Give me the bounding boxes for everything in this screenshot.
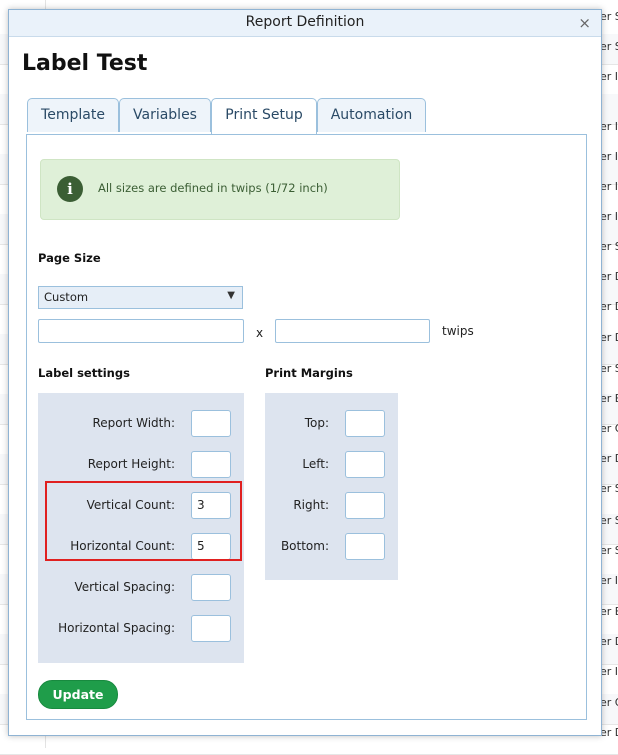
page-width-input[interactable] [38, 319, 244, 343]
count-highlight-box [45, 481, 242, 561]
background-row-text: er In [600, 150, 618, 163]
background-row-text: er D [600, 726, 618, 739]
report-name-heading: Label Test [22, 51, 148, 76]
dialog-title: Report Definition [245, 14, 365, 30]
info-text: All sizes are defined in twips (1/72 inc… [98, 181, 328, 195]
page-size-select-value: Custom [44, 290, 89, 304]
margin-left-input[interactable] [345, 451, 385, 478]
tab-variables[interactable]: Variables [119, 98, 211, 132]
background-row-text: er D [600, 452, 618, 465]
margin-top-input[interactable] [345, 410, 385, 437]
vertical-spacing-label: Vertical Spacing: [74, 580, 175, 594]
background-row-text: er O [600, 696, 618, 709]
tab-automation[interactable]: Automation [317, 98, 426, 132]
margin-top-label: Top: [304, 416, 329, 430]
background-row-text: er In [600, 574, 618, 587]
background-row-text: er S [600, 482, 618, 495]
margin-bottom-input[interactable] [345, 533, 385, 560]
page-height-input[interactable] [275, 319, 430, 343]
horizontal-spacing-label: Horizontal Spacing: [58, 621, 175, 635]
background-row-text: er In [600, 665, 618, 678]
background-row-text: er S [600, 40, 618, 53]
close-icon[interactable]: × [578, 14, 591, 32]
background-row-text: er E [600, 392, 618, 405]
horizontal-spacing-input[interactable] [191, 615, 231, 642]
margin-left-label: Left: [302, 457, 329, 471]
report-height-input[interactable] [191, 451, 231, 478]
report-definition-dialog: Report Definition × Label Test Template … [8, 9, 602, 736]
background-row-text: er E [600, 605, 618, 618]
chevron-down-icon: ▼ [227, 290, 235, 301]
background-row-text: er S [600, 240, 618, 253]
margin-bottom-label: Bottom: [280, 539, 329, 553]
dialog-titlebar[interactable]: Report Definition × [9, 10, 601, 37]
report-height-label: Report Height: [87, 457, 175, 471]
info-icon: i [57, 176, 83, 202]
tab-label: Template [41, 107, 105, 123]
background-row-text: er S [600, 10, 618, 23]
report-width-label: Report Width: [92, 416, 176, 430]
background-row-text: er In [600, 70, 618, 83]
info-alert: i All sizes are defined in twips (1/72 i… [40, 159, 400, 220]
margin-right-input[interactable] [345, 492, 385, 519]
page-size-select[interactable]: Custom ▼ [38, 286, 243, 309]
vertical-spacing-input[interactable] [191, 574, 231, 601]
background-row-text: er D [600, 331, 618, 344]
background-row-text: er In [600, 180, 618, 193]
background-row-text: er In [600, 210, 618, 223]
tab-print-setup[interactable]: Print Setup [211, 98, 317, 135]
background-row-text: er D [600, 270, 618, 283]
page-size-heading: Page Size [38, 251, 101, 265]
background-row-text: er D [600, 635, 618, 648]
tab-label: Variables [133, 107, 197, 123]
background-row-text: er S [600, 544, 618, 557]
background-row-text: er In [600, 120, 618, 133]
background-row-text: er S [600, 514, 618, 527]
unit-label: twips [442, 324, 474, 338]
background-row-text: er D [600, 300, 618, 313]
report-width-input[interactable] [191, 410, 231, 437]
dimension-separator: x [256, 326, 264, 340]
background-row-text: er S [600, 362, 618, 375]
tab-template[interactable]: Template [27, 98, 119, 132]
print-setup-panel: i All sizes are defined in twips (1/72 i… [26, 134, 587, 720]
print-margins-heading: Print Margins [265, 366, 353, 380]
update-button[interactable]: Update [38, 680, 118, 709]
label-settings-heading: Label settings [38, 366, 130, 380]
background-row-text: er O [600, 422, 618, 435]
margin-right-label: Right: [293, 498, 329, 512]
tab-label: Automation [330, 107, 413, 123]
tab-label: Print Setup [225, 107, 303, 123]
